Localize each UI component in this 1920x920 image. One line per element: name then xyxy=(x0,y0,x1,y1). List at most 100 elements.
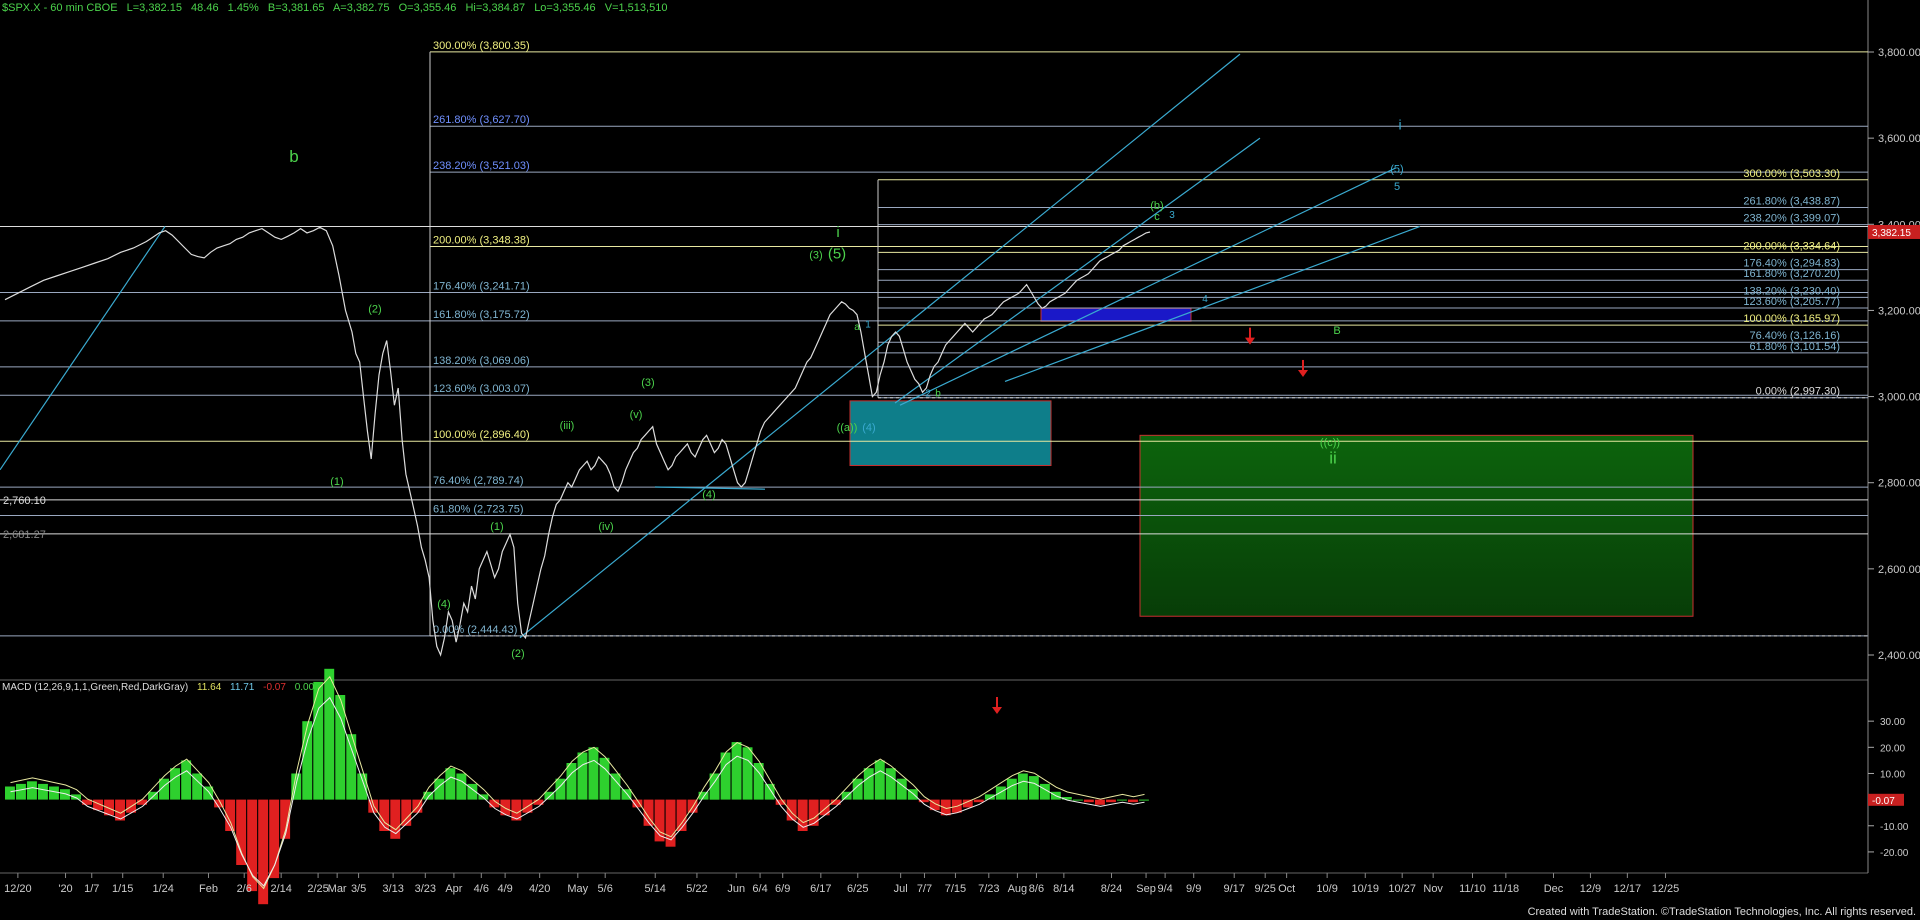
macd-bar xyxy=(445,768,456,800)
macd-bar xyxy=(577,752,588,800)
time-tick-label: 9/25 xyxy=(1254,883,1275,895)
time-tick-label: 4/20 xyxy=(529,883,550,895)
macd-value-2: 11.71 xyxy=(230,682,255,693)
time-tick-label: '20 xyxy=(58,883,72,895)
time-tick-label: 10/27 xyxy=(1388,883,1416,895)
fib-level-label: 123.60% (3,003.07) xyxy=(433,383,530,395)
horizontal-line-label: 2,681.27 xyxy=(3,529,46,541)
time-tick-label: 12/17 xyxy=(1614,883,1642,895)
macd-bar xyxy=(302,721,313,800)
fib-level-label: 300.00% (3,800.35) xyxy=(433,40,530,52)
macd-bar xyxy=(1106,799,1116,803)
time-tick-label: 3/13 xyxy=(382,883,403,895)
time-tick-label: Aug xyxy=(1008,883,1028,895)
time-tick-label: Jul xyxy=(894,883,908,895)
time-tick-label: 5/14 xyxy=(645,883,666,895)
macd-bar xyxy=(1017,773,1028,800)
macd-tick-label: 10.00 xyxy=(1880,769,1905,780)
wave-label: (3) xyxy=(641,377,654,389)
wave-label: b xyxy=(289,147,298,166)
macd-bar xyxy=(16,783,26,800)
price-tick-label: 3,000.00 xyxy=(1878,392,1920,404)
horizontal-line-label: 2,760.10 xyxy=(3,495,46,507)
time-tick-label: 11/10 xyxy=(1459,883,1486,895)
fib-level-label: 76.40% (2,789.74) xyxy=(433,475,524,487)
macd-bar xyxy=(973,799,984,803)
macd-last-tag-label: -0.07 xyxy=(1872,796,1895,807)
time-tick-label: 2/25 xyxy=(307,883,328,895)
time-tick-label: 3/23 xyxy=(415,883,436,895)
price-axis: 3,800.003,600.003,400.003,200.003,000.00… xyxy=(1868,47,1920,662)
macd-bar xyxy=(1083,799,1094,803)
wave-label: i xyxy=(836,224,839,241)
fib-level-label: 161.80% (3,270.20) xyxy=(1743,268,1840,280)
macd-bar xyxy=(599,757,610,800)
wave-label: ((a)) xyxy=(837,422,858,434)
time-tick-label: Feb xyxy=(199,883,218,895)
macd-tick-label: -20.00 xyxy=(1880,848,1909,859)
time-tick-label: 12/25 xyxy=(1652,883,1680,895)
high-price: Hi=3,384.87 xyxy=(465,2,526,14)
macd-bar xyxy=(1072,799,1083,801)
macd-bar xyxy=(731,742,742,800)
macd-bar xyxy=(1095,799,1105,805)
change-value: 48.46 xyxy=(191,2,219,14)
wave-label: 2 xyxy=(925,389,931,400)
channel-line xyxy=(519,53,1241,639)
fib-level-label: 261.80% (3,438.87) xyxy=(1743,196,1840,208)
ask-price: A=3,382.75 xyxy=(332,2,390,14)
macd-histogram xyxy=(5,668,1149,905)
fib-level-label: 138.20% (3,069.06) xyxy=(433,355,530,367)
macd-tick-label: 30.00 xyxy=(1880,717,1905,728)
time-tick-label: 5/6 xyxy=(598,883,613,895)
low-price: Lo=3,355.46 xyxy=(534,2,596,14)
price-chart: 300.00% (3,800.35) 261.80% (3,627.70) 238.… xyxy=(0,0,1920,905)
macd-bar xyxy=(742,747,753,800)
time-tick-label: Mar xyxy=(328,883,347,895)
fib-level-label: 100.00% (2,896.40) xyxy=(433,429,530,441)
chart-header: $SPX.X - 60 min CBOE L=3,382.15 48.46 1.… xyxy=(2,2,673,14)
macd-bar xyxy=(236,799,247,865)
fib-level-label: 261.80% (3,627.70) xyxy=(433,114,530,126)
fib-level-label: 238.20% (3,399.07) xyxy=(1743,213,1840,225)
time-tick-label: 1/7 xyxy=(84,883,99,895)
symbol-label: $SPX.X - 60 min CBOE xyxy=(2,2,118,14)
macd-bar xyxy=(1117,799,1127,801)
fib-level-label: 176.40% (3,241.71) xyxy=(433,280,530,292)
time-tick-label: Jun xyxy=(727,883,745,895)
fib-level-label: 100.00% (3,165.97) xyxy=(1743,313,1840,325)
macd-value-4: 0.00 xyxy=(294,682,315,693)
time-tick-label: Sep xyxy=(1136,883,1156,895)
volume: V=1,513,510 xyxy=(604,2,668,14)
time-tick-label: 12/9 xyxy=(1580,883,1601,895)
wave-label: i xyxy=(1398,117,1401,133)
channel-line xyxy=(0,226,166,471)
time-tick-label: 10/9 xyxy=(1316,883,1337,895)
macd-bar xyxy=(38,783,48,800)
wave-label: (iii) xyxy=(560,420,575,432)
macd-bar xyxy=(995,786,1006,800)
wave-label: (v) xyxy=(630,409,643,421)
fib-level-label: 300.00% (3,503.30) xyxy=(1743,168,1840,180)
time-tick-label: 5/22 xyxy=(686,883,707,895)
macd-bar xyxy=(885,768,896,800)
wave-label: (4) xyxy=(702,489,715,501)
macd-bar xyxy=(27,781,37,800)
wave-label: b xyxy=(935,389,941,400)
wave-label: B xyxy=(1333,325,1340,337)
macd-bar xyxy=(313,681,324,800)
macd-value-1: 11.64 xyxy=(196,682,222,693)
support-zone-box xyxy=(849,400,1052,466)
open-price: O=3,355.46 xyxy=(398,2,457,14)
time-tick-label: 6/17 xyxy=(810,883,831,895)
wave-label: ii xyxy=(1329,448,1337,467)
time-tick-label: 10/19 xyxy=(1351,883,1379,895)
price-tick-label: 2,600.00 xyxy=(1878,564,1920,576)
macd-bar xyxy=(1139,799,1149,801)
wave-label: (2) xyxy=(368,304,381,316)
channel-line xyxy=(899,167,1396,406)
macd-bar xyxy=(181,760,192,800)
fib-level-label: 238.20% (3,521.03) xyxy=(433,160,530,172)
target-zone-box xyxy=(1139,434,1694,617)
wave-label: 5 xyxy=(1394,181,1400,193)
